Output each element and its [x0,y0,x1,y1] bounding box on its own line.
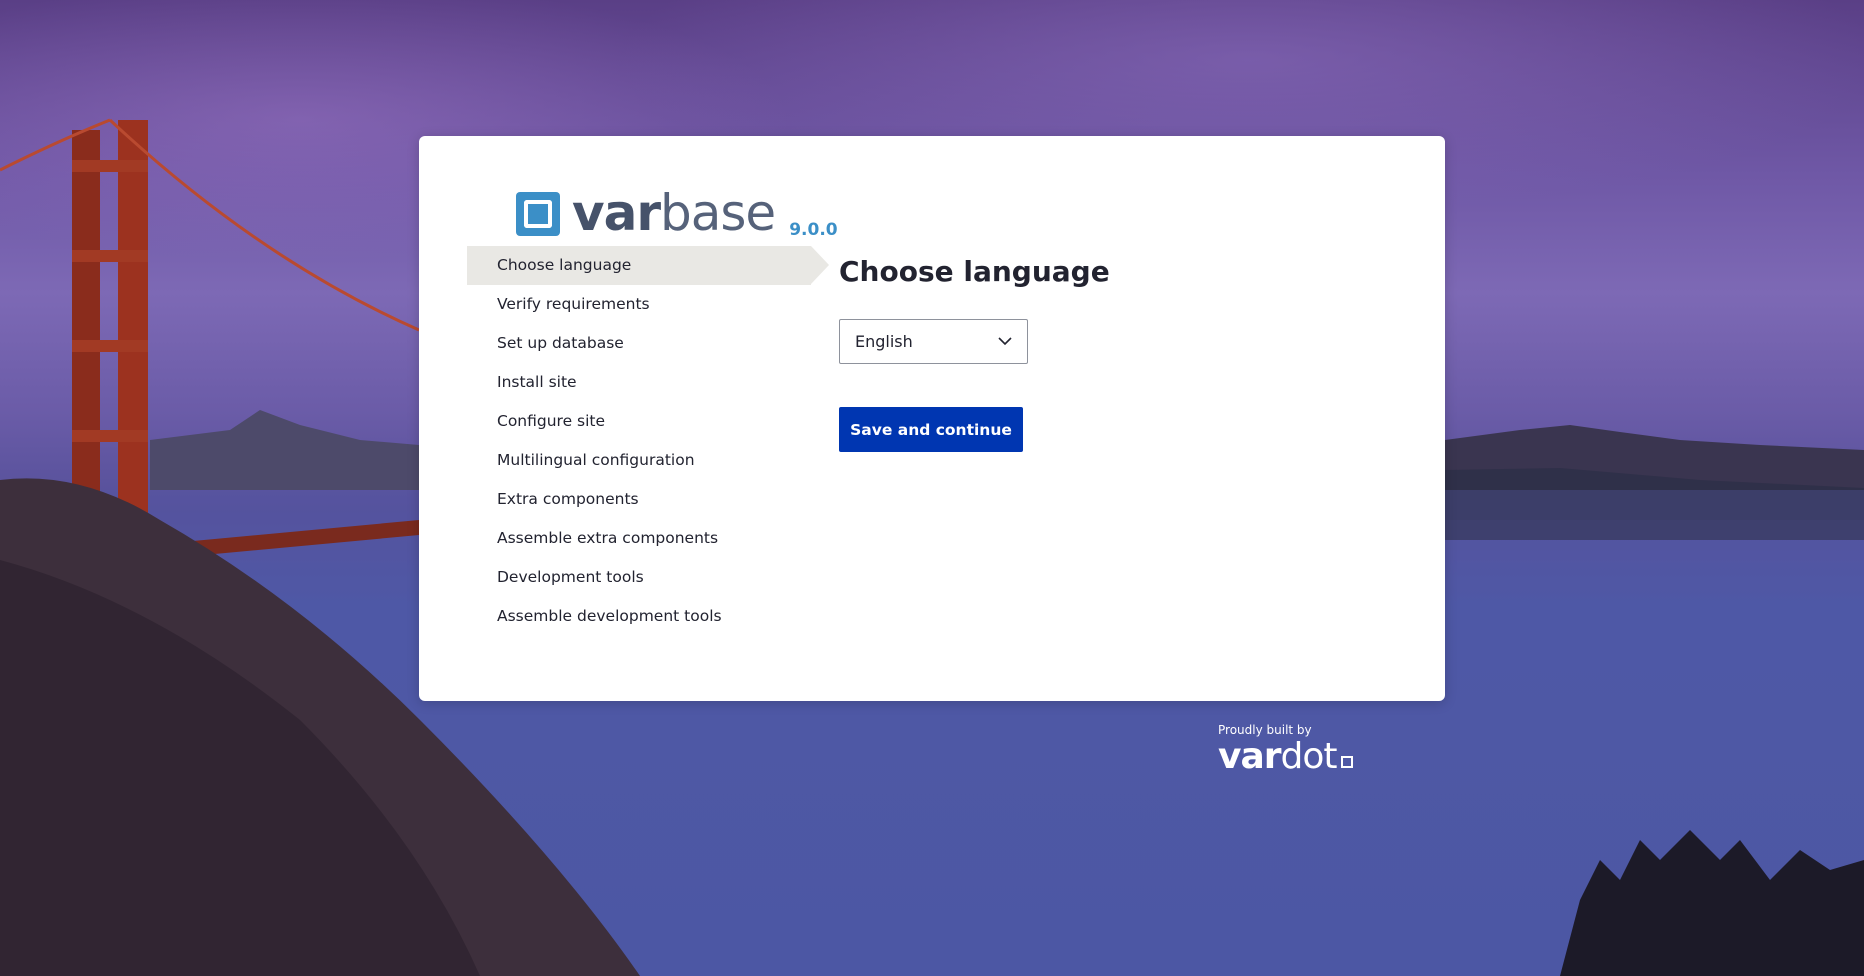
language-select-value: English [855,332,913,351]
installer-card: varbase 9.0.0 Choose language Verify req… [419,136,1445,701]
varbase-logo-icon [516,192,560,236]
built-by-label: Proudly built by [1218,723,1312,737]
step-assemble-extra-components: Assemble extra components [497,529,719,547]
installer-steps: Choose language Verify requirements Set … [467,246,829,636]
language-select[interactable]: English [839,319,1028,364]
step-choose-language: Choose language [467,246,829,285]
chevron-down-icon [998,337,1012,346]
varbase-logo: varbase 9.0.0 [516,184,838,242]
page-title: Choose language [839,255,1110,288]
save-and-continue-button[interactable]: Save and continue [839,407,1023,452]
step-multilingual-configuration: Multilingual configuration [497,451,695,469]
vardot-logo-square-icon [1340,756,1353,768]
vardot-credit: Proudly built by vardot [1218,723,1353,775]
step-development-tools: Development tools [497,568,644,586]
varbase-wordmark: varbase [572,184,776,242]
step-install-site: Install site [497,373,577,391]
step-set-up-database: Set up database [497,334,624,352]
step-extra-components: Extra components [497,490,639,508]
vardot-logo[interactable]: vardot [1218,736,1353,777]
step-configure-site: Configure site [497,412,606,430]
version-label: 9.0.0 [789,220,838,240]
step-assemble-development-tools: Assemble development tools [497,607,722,625]
step-verify-requirements: Verify requirements [497,295,650,313]
